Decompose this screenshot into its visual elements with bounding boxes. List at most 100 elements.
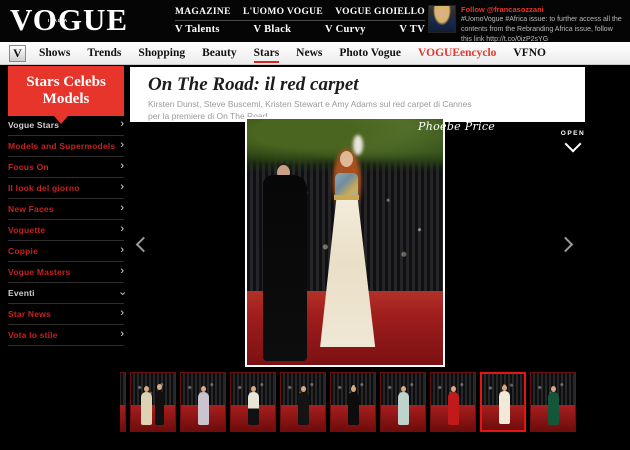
chevron-down-icon — [565, 136, 582, 153]
tab-stars[interactable]: Stars — [254, 47, 280, 59]
sidebar-category-box[interactable]: Stars Celebs Models — [8, 66, 124, 116]
gallery-thumbnail-1[interactable] — [120, 372, 126, 432]
gallery-thumbnail-8[interactable] — [430, 372, 476, 432]
open-button[interactable]: OPEN — [556, 130, 590, 150]
nav-v-home-button[interactable]: V — [9, 45, 26, 62]
chevron-right-icon: › — [120, 119, 124, 130]
twitter-text-column: Follow @francasozzani #UomoVogue #Africa… — [461, 5, 626, 44]
thumbnail-figure-head — [401, 386, 406, 392]
sidebar-item-label: Star News — [8, 309, 51, 319]
vogue-logo[interactable]: VOGUE ITALIA — [10, 2, 128, 38]
top-nav-row2: V Talents V Black V Curvy V TV — [175, 20, 425, 37]
sidebar-item-star-news[interactable]: Star News › — [8, 304, 124, 325]
vogue-logo-italia: ITALIA — [48, 18, 68, 23]
sidebar-item-label: Vogue Masters — [8, 267, 70, 277]
thumbnail-carpet — [131, 405, 175, 431]
carousel-next-arrow-icon[interactable] — [558, 237, 574, 253]
sidebar-item-focus-on[interactable]: Focus On › — [8, 157, 124, 178]
thumbnail-figure-head — [551, 386, 556, 392]
thumbnail-figure — [548, 392, 559, 425]
tab-trends[interactable]: Trends — [87, 47, 121, 59]
chevron-right-icon: › — [120, 245, 124, 256]
thumbnail-figure — [298, 392, 309, 425]
twitter-avatar[interactable] — [428, 5, 456, 33]
thumbnail-carpet — [120, 405, 125, 431]
gallery-thumbnail-4[interactable] — [230, 372, 276, 432]
thumbnail-figure — [448, 392, 459, 425]
chevron-right-icon: › — [120, 161, 124, 172]
sidebar-item-label: Coppie — [8, 246, 38, 256]
sidebar-item-label: New Faces — [8, 204, 54, 214]
twitter-follow-link[interactable]: Follow @francasozzani — [461, 5, 626, 14]
twitter-widget: Follow @francasozzani #UomoVogue #Africa… — [428, 5, 626, 44]
tab-vogueencyclo[interactable]: VOGUEencyclo — [418, 47, 496, 59]
thumbnail-figure — [499, 391, 510, 424]
vogue-logo-text: VOGUE — [10, 2, 128, 37]
main-nav: V Shows Trends Shopping Beauty Stars News Phot… — [0, 42, 630, 65]
thumbnail-figure-2 — [155, 391, 164, 425]
thumbnail-figure-head — [301, 386, 306, 392]
top-nav-v-tv[interactable]: V TV — [399, 24, 425, 35]
tab-beauty[interactable]: Beauty — [202, 47, 237, 59]
sidebar-item-label: Il look del giorno — [8, 183, 80, 193]
tab-vfno[interactable]: VFNO — [513, 47, 546, 59]
sidebar-item-il-look-del-giorno[interactable]: Il look del giorno › — [8, 178, 124, 199]
top-nav-vogue-gioiello[interactable]: VOGUE GIOIELLO — [335, 7, 425, 17]
sidebar-menu: Vogue Stars›Models and Supermodels›Focus… — [8, 115, 124, 346]
chevron-right-icon: › — [120, 329, 124, 340]
tab-shopping[interactable]: Shopping — [138, 47, 185, 59]
sidebar-category-title: Stars Celebs Models — [8, 74, 124, 109]
sidebar-item-eventi[interactable]: Eventi› — [8, 283, 124, 304]
thumbnail-figure — [141, 392, 152, 425]
tab-photo-vogue[interactable]: Photo Vogue — [339, 47, 401, 59]
thumbnail-figure — [348, 392, 359, 425]
gallery-thumbnail-3[interactable] — [180, 372, 226, 432]
top-nav: MAGAZINE L'UOMO VOGUE VOGUE GIOIELLO V Tal… — [175, 3, 425, 37]
chevron-right-icon: › — [120, 224, 124, 235]
content-area: Stars Celebs Models Vogue Stars›Models a… — [0, 65, 630, 450]
article-header: On The Road: il red carpet Kirsten Dunst… — [130, 67, 585, 122]
sidebar-item-vogue-stars[interactable]: Vogue Stars› — [8, 115, 124, 136]
sidebar-item-voguette[interactable]: Voguette › — [8, 220, 124, 241]
top-nav-l-uomo-vogue[interactable]: L'UOMO VOGUE — [243, 7, 323, 17]
sidebar-item-models-and-supermodels[interactable]: Models and Supermodels› — [8, 136, 124, 157]
thumbnail-figure-head — [502, 385, 507, 391]
sidebar-item-label: Voguette — [8, 225, 45, 235]
photo-caption: Phoebe Price — [418, 120, 495, 133]
chevron-right-icon: › — [120, 182, 124, 193]
main-nav-items: Shows Trends Shopping Beauty Stars News Photo … — [39, 47, 563, 59]
sidebar-item-label: Eventi — [8, 288, 35, 298]
top-nav-v-black[interactable]: V Black — [254, 24, 292, 35]
sidebar-item-coppie[interactable]: Coppie › — [8, 241, 124, 262]
sidebar-item-label: Focus On — [8, 162, 49, 172]
photo-phoebe-head — [340, 151, 353, 167]
tab-news[interactable]: News — [296, 47, 322, 59]
sidebar-item-vogue-masters[interactable]: Vogue Masters› — [8, 262, 124, 283]
thumbnail-figure-head — [251, 386, 256, 392]
thumbnail-figure-head — [144, 386, 149, 392]
tab-shows[interactable]: Shows — [39, 47, 70, 59]
top-header: VOGUE ITALIA MAGAZINE L'UOMO VOGUE VOGUE G… — [0, 0, 630, 42]
thumbnail-figure-head — [201, 386, 206, 392]
sidebar-item-vota-lo-stile[interactable]: Vota lo stile› — [8, 325, 124, 346]
gallery-thumbnail-9[interactable] — [480, 372, 526, 432]
sidebar-item-new-faces[interactable]: New Faces › — [8, 199, 124, 220]
thumbnail-figure-head — [351, 386, 356, 392]
chevron-right-icon: › — [120, 308, 124, 319]
gallery-thumbnail-6[interactable] — [330, 372, 376, 432]
main-photo[interactable] — [245, 117, 445, 367]
gallery-thumbnail-10[interactable] — [530, 372, 576, 432]
gallery-thumbnail-2[interactable] — [130, 372, 176, 432]
gallery-thumbnail-7[interactable] — [380, 372, 426, 432]
top-nav-magazine[interactable]: MAGAZINE — [175, 7, 231, 17]
page-title: On The Road: il red carpet — [148, 74, 585, 96]
top-nav-v-talents[interactable]: V Talents — [175, 24, 220, 35]
top-nav-row1: MAGAZINE L'UOMO VOGUE VOGUE GIOIELLO — [175, 3, 425, 20]
top-nav-v-curvy[interactable]: V Curvy — [325, 24, 366, 35]
carousel-prev-arrow-icon[interactable] — [136, 237, 152, 253]
chevron-right-icon: › — [120, 140, 124, 151]
photo-phoebe-belt — [334, 195, 359, 200]
gallery-thumbnail-5[interactable] — [280, 372, 326, 432]
photo-secondary-figure — [263, 175, 307, 361]
chevron-right-icon: › — [120, 203, 124, 214]
